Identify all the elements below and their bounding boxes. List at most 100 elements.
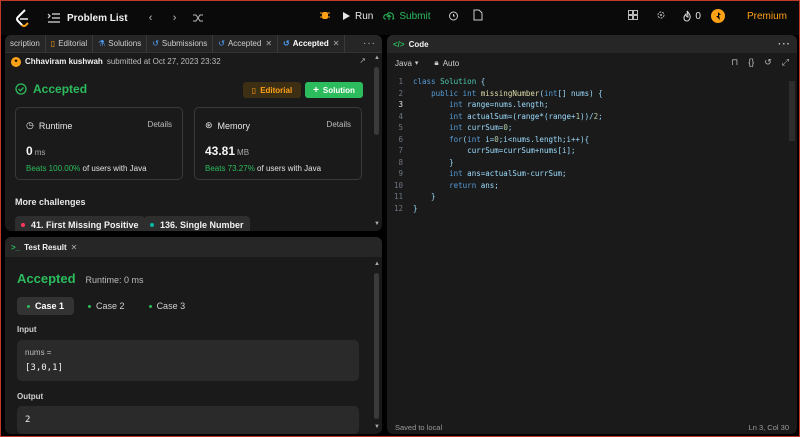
submitter-name[interactable]: Chhaviram kushwah (25, 57, 103, 66)
prev-problem-icon[interactable]: ‹ (144, 11, 158, 25)
leetcode-logo[interactable] (13, 8, 33, 28)
cloud-upload-icon (383, 12, 395, 20)
submission-panel: scription ▯ Editorial ⚗ Solutions ↺ Subm… (5, 35, 382, 231)
layout-grid-icon[interactable] (628, 10, 639, 22)
scrollbar-thumb[interactable] (374, 273, 379, 419)
more-challenges-heading: More challenges (15, 197, 86, 207)
tab-code[interactable]: </> Code ··· (387, 35, 797, 53)
line-number: 11 (393, 192, 403, 201)
close-icon[interactable]: ✕ (333, 39, 340, 48)
challenge-chip-hard[interactable]: 41. First Missing Positive (15, 216, 145, 231)
close-icon[interactable]: ✕ (265, 39, 272, 48)
case-tabs: Case 1 Case 2 Case 3 (17, 297, 199, 315)
scroll-down-arrow[interactable]: ▼ (374, 424, 380, 430)
memory-value: 43.81 MB (205, 144, 250, 158)
submit-button[interactable]: Submit (383, 11, 430, 22)
memory-details-link[interactable]: Details (327, 120, 351, 129)
output-label: Output (17, 392, 44, 401)
share-icon[interactable]: ↗ (359, 56, 366, 65)
submission-meta: ✦ Chhaviram kushwah submitted at Oct 27,… (5, 53, 382, 70)
language-select[interactable]: Java ▾ (395, 59, 418, 68)
editor-scrollbar[interactable] (789, 81, 795, 141)
line-number: 1 (398, 77, 403, 86)
user-avatar[interactable] (710, 9, 725, 23)
more-options-icon[interactable]: ··· (363, 38, 376, 49)
runtime-value: 0 ms (26, 144, 46, 158)
solution-button[interactable]: + Solution (305, 82, 363, 98)
fullscreen-icon[interactable]: ⤢ (782, 57, 789, 68)
debug-icon[interactable] (319, 9, 331, 23)
play-icon (343, 12, 350, 20)
avatar-icon (715, 11, 721, 20)
line-number: 8 (398, 157, 403, 167)
code-text: } (413, 157, 454, 167)
problem-list-icon[interactable] (47, 12, 61, 24)
code-text: public int missingNumber(int[] nums) { (431, 88, 603, 98)
scrollbar-thumb[interactable] (374, 67, 379, 135)
submitted-time: submitted at Oct 27, 2023 23:32 (106, 57, 221, 66)
terminal-icon: >_ (11, 242, 21, 252)
tab-solutions[interactable]: ⚗ Solutions (93, 35, 148, 53)
scroll-down-arrow[interactable]: ▼ (374, 221, 380, 227)
code-text: } (413, 192, 436, 201)
code-text: currSum=currSum+nums[i]; (413, 146, 576, 155)
premium-link[interactable]: Premium (747, 11, 787, 22)
tab-submissions[interactable]: ↺ Submissions (147, 35, 214, 53)
runtime-beats: Beats 100.00% of users with Java (26, 164, 147, 173)
run-button[interactable]: Run (341, 11, 373, 22)
code-line: 5 int currSum=0; (387, 123, 797, 135)
scroll-up-arrow[interactable]: ▲ (374, 55, 380, 61)
memory-card[interactable]: ⊛ Memory Details 43.81 MB Beats 73.27% of… (194, 107, 362, 180)
save-status: Saved to local (395, 423, 443, 432)
tab-accepted-1[interactable]: ↺ Accepted ✕ (213, 35, 279, 53)
challenge-chip-easy[interactable]: 136. Single Number (144, 216, 250, 231)
format-braces-icon[interactable]: {} (748, 57, 754, 68)
streak-counter[interactable]: 0 (682, 10, 701, 22)
lock-icon: 🔒︎ (434, 58, 439, 67)
shuffle-icon[interactable] (192, 11, 206, 25)
difficulty-dot (21, 223, 25, 227)
input-box: nums = [3,0,1] (17, 340, 359, 381)
problem-list-title[interactable]: Problem List (67, 13, 128, 24)
code-text: int actualSum=(range*(range+1))/2; (449, 111, 603, 121)
case-3-button[interactable]: Case 3 (139, 297, 196, 315)
runtime-details-link[interactable]: Details (148, 120, 172, 129)
notes-icon[interactable] (473, 9, 483, 23)
plus-icon: + (313, 84, 319, 96)
tab-accepted-2[interactable]: ↺ Accepted ✕ (278, 35, 346, 53)
input-label: Input (17, 325, 37, 334)
runtime-card[interactable]: ◷ Runtime Details 0 ms Beats 100.00% of u… (15, 107, 183, 180)
code-text: class Solution { (413, 77, 486, 86)
history-icon: ↺ (152, 39, 159, 48)
code-text: int range=nums.length; (449, 100, 549, 109)
submitter-avatar: ✦ (11, 56, 21, 67)
alarm-clock-icon[interactable] (448, 10, 459, 23)
check-circle-icon (15, 83, 27, 95)
scroll-up-arrow[interactable]: ▲ (374, 261, 380, 267)
auto-mode-toggle[interactable]: 🔒︎ Auto (434, 58, 459, 68)
tab-description[interactable]: scription (5, 35, 46, 53)
line-number: 7 (398, 146, 403, 155)
code-text: int ans=actualSum-currSum; (449, 169, 567, 178)
case-1-button[interactable]: Case 1 (17, 297, 75, 315)
line-number: 6 (398, 134, 403, 144)
line-number: 3 (398, 100, 403, 109)
tab-editorial[interactable]: ▯ Editorial (46, 35, 94, 53)
flask-icon: ⚗ (98, 39, 106, 48)
code-line: 4 int actualSum=(range*(range+1))/2; (387, 112, 797, 124)
input-var-name: nums = (25, 348, 52, 357)
case-2-button[interactable]: Case 2 (78, 297, 135, 315)
description-tabs: scription ▯ Editorial ⚗ Solutions ↺ Subm… (5, 35, 382, 53)
settings-gear-icon[interactable] (656, 10, 666, 22)
tab-test-result[interactable]: >_ Test Result ✕ (5, 237, 382, 257)
code-line: 9 int ans=actualSum-currSum; (387, 169, 797, 181)
editorial-button[interactable]: ▯ Editorial (243, 82, 301, 98)
next-problem-icon[interactable]: › (168, 11, 182, 25)
line-number: 5 (398, 123, 403, 132)
code-editor[interactable]: 1 class Solution {2 public int missingNum… (387, 77, 797, 215)
chevron-down-icon: ▾ (414, 60, 419, 67)
reset-icon[interactable]: ↺ (764, 57, 772, 68)
close-icon[interactable]: ✕ (71, 243, 78, 252)
more-options-icon[interactable]: ··· (778, 39, 791, 50)
bookmark-icon[interactable]: ⊓ (731, 57, 738, 68)
